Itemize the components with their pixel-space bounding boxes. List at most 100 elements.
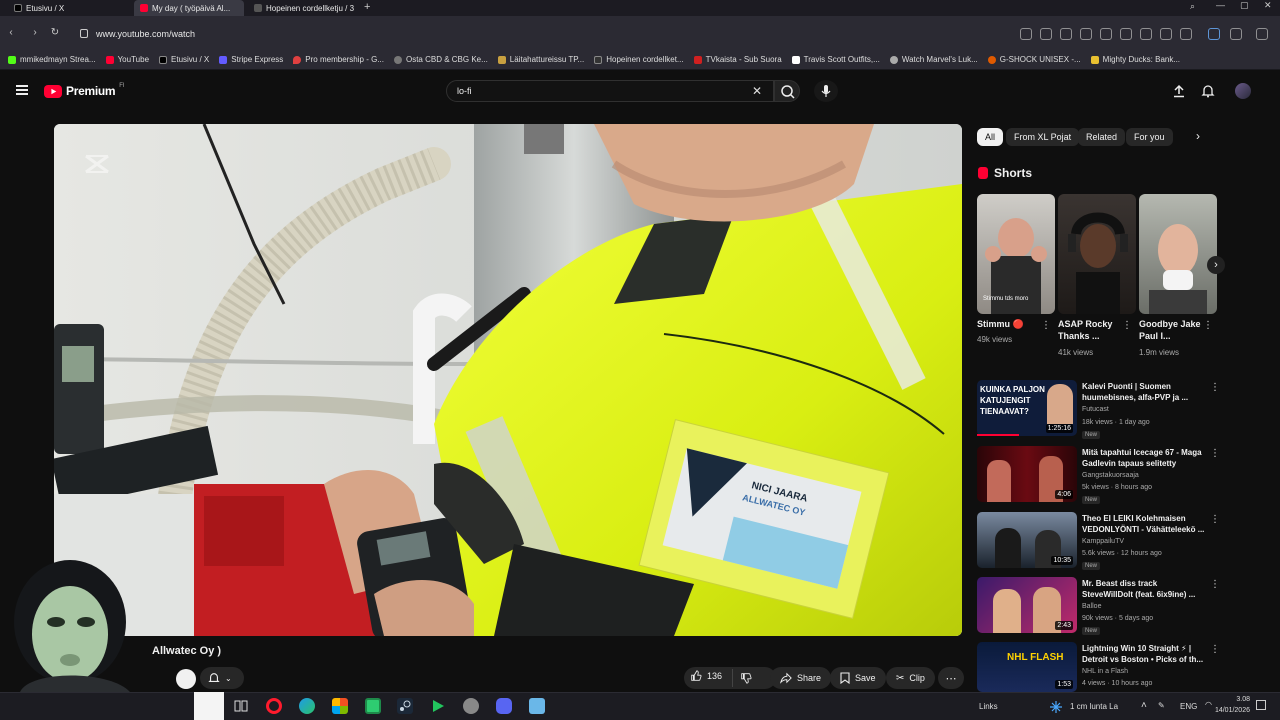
video-channel[interactable]: Gangstakuorsaaja — [1082, 472, 1139, 479]
search-button[interactable] — [774, 80, 800, 102]
extension-icon[interactable] — [1208, 28, 1220, 40]
bookmark-item[interactable]: Pro membership - G... — [293, 55, 384, 64]
steam-icon[interactable] — [397, 698, 413, 714]
bookmark-item[interactable]: G-SHOCK UNISEX -... — [987, 55, 1081, 64]
bookmark-item[interactable]: Läitahattureissu TP... — [497, 55, 584, 64]
edit-icon[interactable] — [1040, 28, 1052, 40]
bookmark-item[interactable]: Travis Scott Outfits,... — [791, 55, 880, 64]
url-field[interactable]: www.youtube.com/watch — [72, 24, 1202, 44]
chip-related[interactable]: Related — [1078, 128, 1126, 146]
upload-icon[interactable] — [1172, 84, 1186, 103]
clock-time[interactable]: 3.08 — [1216, 696, 1250, 703]
bookmark-item[interactable]: Osta CBD & CBG Ke... — [393, 55, 488, 64]
more-actions-button[interactable]: ⋯ — [938, 667, 964, 689]
share-button[interactable]: Share — [770, 667, 832, 689]
menu-icon[interactable] — [1160, 28, 1172, 40]
voice-search-button[interactable] — [814, 80, 838, 102]
video-menu-icon[interactable]: ⋮ — [1210, 448, 1220, 459]
play-icon[interactable] — [1100, 28, 1112, 40]
task-view-icon[interactable] — [233, 698, 249, 714]
hamburger-menu-icon[interactable] — [16, 85, 28, 95]
tab-youtube-video[interactable]: My day ( työpäivä Al... — [134, 0, 244, 16]
store-icon[interactable] — [332, 698, 348, 714]
video-channel[interactable]: Futucast — [1082, 406, 1109, 413]
start-button[interactable] — [194, 692, 224, 720]
bookmark-item[interactable]: YouTube — [105, 55, 149, 64]
ai-icon[interactable] — [1256, 28, 1268, 40]
search-tabs-icon[interactable]: ⌕ — [1190, 1, 1195, 12]
video-thumbnail[interactable]: KUINKA PALJON KATUJENGIT TIENAAVAT? 1:25… — [977, 380, 1077, 436]
video-title[interactable]: Theo EI LEIKI Kolehmaisen VEDONLYÖNTI - … — [1082, 513, 1206, 535]
video-menu-icon[interactable]: ⋮ — [1210, 644, 1220, 655]
play-store-icon[interactable] — [430, 698, 446, 714]
download-icon[interactable] — [1140, 28, 1152, 40]
weather-text[interactable]: 1 cm lunta La — [1070, 702, 1118, 711]
tab-hopeinen[interactable]: Hopeinen cordellketju / 3 — [248, 0, 358, 16]
back-icon[interactable]: ‹ — [4, 26, 18, 40]
pen-icon[interactable]: ✎ — [1158, 701, 1165, 710]
notification-center-icon[interactable] — [1256, 700, 1266, 710]
chevron-right-icon[interactable]: › — [1196, 129, 1200, 143]
video-channel[interactable]: Balloe — [1082, 603, 1101, 610]
tab-x[interactable]: Etusivu / X — [8, 0, 128, 16]
notifications-dropdown-button[interactable]: ⌄ — [200, 667, 244, 689]
chip-all[interactable]: All — [977, 128, 1004, 146]
video-title[interactable]: Kalevi Puonti | Suomen huumebisnes, alfa… — [1082, 381, 1206, 403]
cube-icon[interactable] — [1230, 28, 1242, 40]
dislike-button[interactable] — [740, 671, 752, 689]
short-thumb[interactable]: Stimmu tds moro — [977, 194, 1055, 314]
maximize-icon[interactable]: ▢ — [1240, 0, 1249, 11]
short-menu-icon[interactable]: ⋮ — [1041, 320, 1051, 331]
notepad-icon[interactable] — [529, 698, 545, 714]
bookmark-item[interactable]: TVkaista - Sub Suora — [693, 55, 782, 64]
video-thumbnail[interactable]: 4:06 — [977, 446, 1077, 502]
bookmark-item[interactable]: Etusivu / X — [159, 55, 209, 64]
short-menu-icon[interactable]: ⋮ — [1203, 320, 1213, 331]
minimize-icon[interactable]: — — [1216, 0, 1225, 10]
camera-icon[interactable] — [1060, 28, 1072, 40]
like-button[interactable]: 136 — [690, 670, 722, 682]
wallet-icon[interactable] — [1180, 28, 1192, 40]
video-menu-icon[interactable]: ⋮ — [1210, 579, 1220, 590]
bookmark-item[interactable]: Stripe Express — [219, 55, 283, 64]
shorts-next-button[interactable]: › — [1207, 256, 1225, 274]
video-title[interactable]: Mr. Beast diss track SteveWillDoIt (feat… — [1082, 578, 1206, 600]
new-tab-icon[interactable]: + — [364, 1, 370, 13]
short-menu-icon[interactable]: ⋮ — [1122, 320, 1132, 331]
video-channel[interactable]: KamppailuTV — [1082, 538, 1124, 545]
search-input[interactable]: lo-fi — [446, 80, 774, 102]
subscribe-button[interactable] — [176, 669, 196, 689]
clip-button[interactable]: ✂ Clip — [886, 667, 935, 689]
video-player[interactable]: NICI JAARA ALLWATEC OY — [54, 124, 962, 636]
avatar[interactable] — [1235, 83, 1251, 99]
video-title[interactable]: Mitä tapahtui Icecage 67 - Maga Gadlevin… — [1082, 447, 1206, 469]
clock-date[interactable]: 14/01/2026 — [1200, 707, 1250, 714]
tray-chevron-up-icon[interactable]: ˄ — [1141, 700, 1147, 711]
video-menu-icon[interactable]: ⋮ — [1210, 382, 1220, 393]
video-title[interactable]: Lightning Win 10 Straight ⚡ | Detroit vs… — [1082, 643, 1206, 665]
close-window-icon[interactable]: ✕ — [1264, 0, 1272, 11]
shield-icon[interactable] — [1080, 28, 1092, 40]
save-button[interactable]: Save — [830, 667, 886, 689]
forward-icon[interactable]: › — [28, 26, 42, 40]
bookmark-item[interactable]: Mighty Ducks: Bank... — [1090, 55, 1180, 64]
obs-icon[interactable] — [463, 698, 479, 714]
video-thumbnail[interactable]: NHL FLASH 1:53 — [977, 642, 1077, 692]
active-app-icon[interactable] — [365, 698, 381, 714]
bookmark-item[interactable]: mmikedmayn Strea... — [8, 55, 96, 64]
heart-icon[interactable] — [1120, 28, 1132, 40]
video-menu-icon[interactable]: ⋮ — [1210, 514, 1220, 525]
bookmark-item[interactable]: Watch Marvel's Luk... — [889, 55, 978, 64]
short-thumb[interactable] — [1139, 194, 1217, 314]
links-toolbar[interactable]: Links — [979, 702, 998, 711]
edge-icon[interactable] — [299, 698, 315, 714]
video-thumbnail[interactable]: 2:43 — [977, 577, 1077, 633]
short-thumb[interactable] — [1058, 194, 1136, 314]
chip-from-channel[interactable]: From XL Pojat — [1006, 128, 1080, 146]
bookmark-item[interactable]: Hopeinen cordellket... — [594, 55, 684, 64]
video-channel[interactable]: NHL in a Flash — [1082, 668, 1128, 675]
reload-icon[interactable]: ↻ — [48, 26, 62, 40]
opera-icon[interactable] — [266, 698, 282, 714]
discord-icon[interactable] — [496, 698, 512, 714]
notifications-bell-icon[interactable] — [1201, 84, 1215, 103]
